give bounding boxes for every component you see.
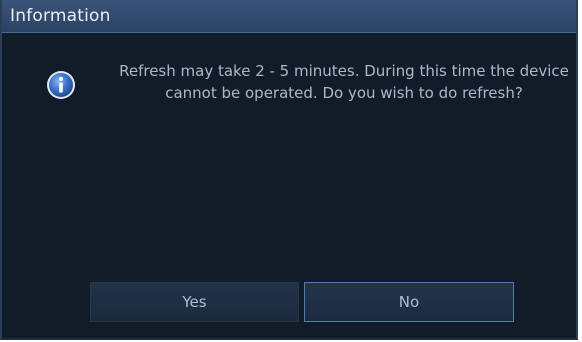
no-button[interactable]: No xyxy=(304,282,514,322)
information-dialog: Information Refresh may take 2 - 5 minut… xyxy=(0,0,578,340)
info-icon xyxy=(46,70,76,100)
dialog-message: Refresh may take 2 - 5 minutes. During t… xyxy=(119,62,569,102)
dialog-title: Information xyxy=(10,6,111,26)
dialog-titlebar: Information xyxy=(2,0,576,33)
yes-button[interactable]: Yes xyxy=(90,282,299,322)
dialog-body: Refresh may take 2 - 5 minutes. During t… xyxy=(2,33,576,340)
